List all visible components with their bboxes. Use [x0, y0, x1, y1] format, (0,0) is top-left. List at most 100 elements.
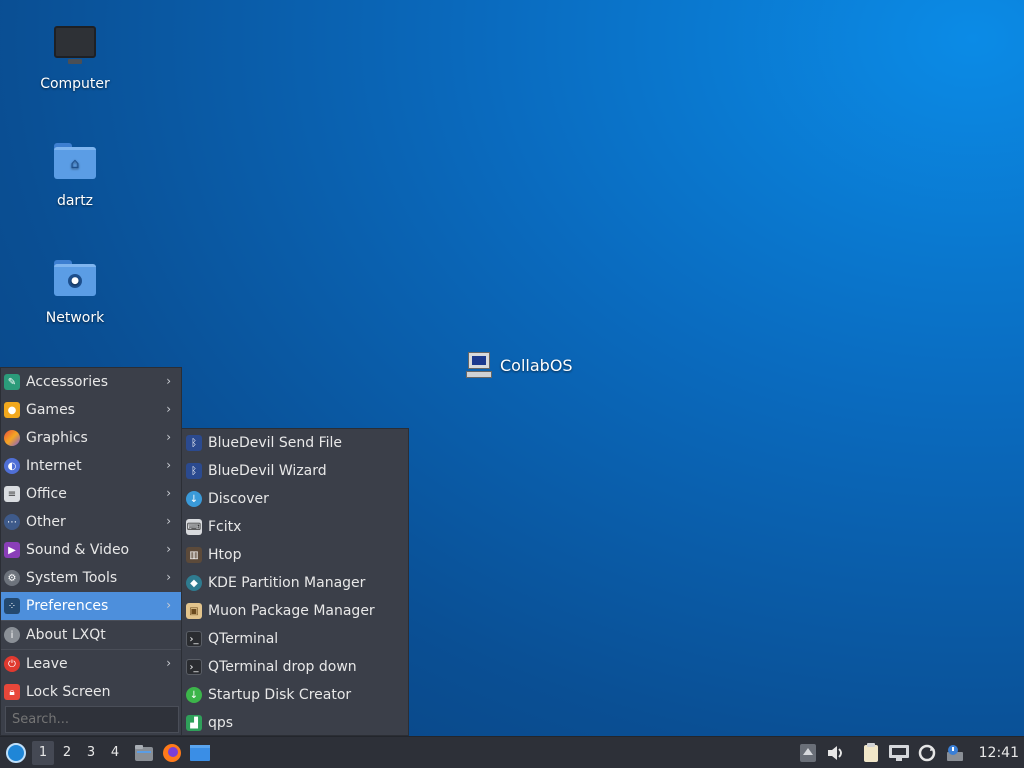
bluetooth-icon: ᛒ — [186, 435, 202, 451]
application-menu: ✎ Accessories › ● Games › Graphics › ◐ I… — [0, 367, 182, 736]
desktop-icon-label: Network — [45, 310, 105, 326]
notification-icon — [946, 745, 963, 761]
submenu-item-label: Discover — [208, 491, 269, 507]
keyboard-icon: ⌨ — [186, 519, 202, 535]
submenu-item-label: QTerminal drop down — [208, 659, 357, 675]
home-folder-icon: ⌂ — [53, 143, 97, 187]
submenu-item-htop[interactable]: ▥ Htop — [182, 541, 408, 569]
submenu-item-qterminal[interactable]: ›_ QTerminal — [182, 625, 408, 653]
menu-item-label: Other — [26, 514, 66, 530]
accessories-icon: ✎ — [4, 374, 20, 390]
update-notifier-button[interactable] — [916, 742, 938, 764]
clock[interactable]: 12:41 — [979, 745, 1019, 761]
submenu-item-qps[interactable]: ▟ qps — [182, 709, 408, 737]
submenu-item-muon-package-manager[interactable]: ▣ Muon Package Manager — [182, 597, 408, 625]
menu-item-label: Lock Screen — [26, 684, 111, 700]
submenu-item-kde-partition-manager[interactable]: ◆ KDE Partition Manager — [182, 569, 408, 597]
graphics-icon — [4, 430, 20, 446]
menu-item-other[interactable]: ⋯ Other › — [1, 508, 181, 536]
desktop-icon-label: Computer — [40, 76, 110, 92]
taskbar: 1 2 3 4 12:41 — [0, 736, 1024, 768]
menu-item-leave[interactable]: ⏻ Leave › — [1, 650, 181, 678]
volume-icon — [827, 746, 842, 760]
menu-item-label: Office — [26, 486, 67, 502]
discover-icon: ↓ — [186, 491, 202, 507]
submenu-item-bluedevil-send-file[interactable]: ᛒ BlueDevil Send File — [182, 429, 408, 457]
desktop-icon-network[interactable]: ● Network — [25, 256, 125, 326]
notification-button[interactable] — [944, 742, 966, 764]
submenu-item-label: BlueDevil Send File — [208, 435, 343, 451]
menu-search-input[interactable] — [5, 706, 179, 733]
tray-expand-button[interactable] — [797, 742, 819, 764]
workspace-button-4[interactable]: 4 — [104, 741, 126, 765]
menu-item-label: Graphics — [26, 430, 88, 446]
file-manager-launcher[interactable] — [132, 741, 156, 765]
other-apps-icon: ⋯ — [4, 514, 20, 530]
desktop-icon-home-folder[interactable]: ⌂ dartz — [25, 139, 125, 209]
package-icon: ▣ — [186, 603, 202, 619]
menu-item-preferences[interactable]: ⁘ Preferences › — [1, 592, 181, 620]
chevron-right-icon: › — [166, 402, 171, 416]
workspace-button-2[interactable]: 2 — [56, 741, 78, 765]
menu-item-lock-screen[interactable]: 🔒︎ Lock Screen — [1, 678, 181, 706]
workspace-button-3[interactable]: 3 — [80, 741, 102, 765]
submenu-item-label: Fcitx — [208, 519, 242, 535]
submenu-item-qterminal-drop-down[interactable]: ›_ QTerminal drop down — [182, 653, 408, 681]
menu-item-graphics[interactable]: Graphics › — [1, 424, 181, 452]
menu-item-games[interactable]: ● Games › — [1, 396, 181, 424]
menu-item-label: Preferences — [26, 598, 109, 614]
menu-item-label: Sound & Video — [26, 542, 130, 558]
workspace-button-1[interactable]: 1 — [32, 740, 54, 765]
desktop-icon-collabos[interactable]: CollabOS — [466, 352, 573, 378]
menu-item-label: Internet — [26, 458, 82, 474]
menu-item-label: System Tools — [26, 570, 118, 586]
menu-item-about-lxqt[interactable]: i About LXQt — [1, 621, 181, 649]
chevron-right-icon: › — [166, 598, 171, 612]
office-document-icon: ≡ — [4, 486, 20, 502]
internet-icon: ◐ — [4, 458, 20, 474]
terminal-icon: ›_ — [186, 659, 202, 675]
desktop-icon-computer[interactable]: Computer — [25, 22, 125, 92]
network-folder-icon: ● — [53, 260, 97, 304]
clipboard-button[interactable] — [860, 742, 882, 764]
submenu-item-startup-disk-creator[interactable]: ↓ Startup Disk Creator — [182, 681, 408, 709]
show-desktop-button[interactable] — [188, 741, 212, 765]
menu-item-office[interactable]: ≡ Office › — [1, 480, 181, 508]
menu-item-label: Leave — [26, 656, 68, 672]
terminal-icon: ›_ — [186, 631, 202, 647]
chevron-right-icon: › — [166, 656, 171, 670]
chevron-right-icon: › — [166, 514, 171, 528]
firefox-launcher[interactable] — [160, 741, 184, 765]
lock-icon: 🔒︎ — [4, 684, 20, 700]
download-disk-icon: ↓ — [186, 687, 202, 703]
preferences-icon: ⁘ — [4, 598, 20, 614]
volume-button[interactable] — [825, 742, 847, 764]
menu-item-label: Games — [26, 402, 75, 418]
clipboard-icon — [863, 743, 878, 762]
desktop-icon-label: CollabOS — [500, 355, 573, 375]
submenu-item-discover[interactable]: ↓ Discover — [182, 485, 408, 513]
network-wired-icon — [888, 745, 909, 761]
submenu-item-bluedevil-wizard[interactable]: ᛒ BlueDevil Wizard — [182, 457, 408, 485]
menu-item-internet[interactable]: ◐ Internet › — [1, 452, 181, 480]
computer-terminal-icon — [466, 352, 492, 378]
submenu-item-fcitx[interactable]: ⌨ Fcitx — [182, 513, 408, 541]
games-icon: ● — [4, 402, 20, 418]
refresh-icon — [918, 744, 935, 762]
start-menu-button[interactable] — [2, 739, 30, 767]
menu-item-label: About LXQt — [26, 627, 106, 643]
menu-item-sound-video[interactable]: ▶ Sound & Video › — [1, 536, 181, 564]
menu-item-accessories[interactable]: ✎ Accessories › — [1, 368, 181, 396]
desktop-icon-label: dartz — [56, 193, 94, 209]
network-button[interactable] — [888, 742, 910, 764]
menu-item-system-tools[interactable]: ⚙ System Tools › — [1, 564, 181, 592]
submenu-item-label: BlueDevil Wizard — [208, 463, 327, 479]
chevron-right-icon: › — [166, 486, 171, 500]
power-icon: ⏻ — [4, 656, 20, 672]
submenu-item-label: Muon Package Manager — [208, 603, 375, 619]
submenu-item-label: KDE Partition Manager — [208, 575, 366, 591]
chevron-right-icon: › — [166, 430, 171, 444]
chevron-right-icon: › — [166, 458, 171, 472]
file-manager-icon — [135, 744, 153, 761]
submenu-item-label: qps — [208, 715, 234, 731]
